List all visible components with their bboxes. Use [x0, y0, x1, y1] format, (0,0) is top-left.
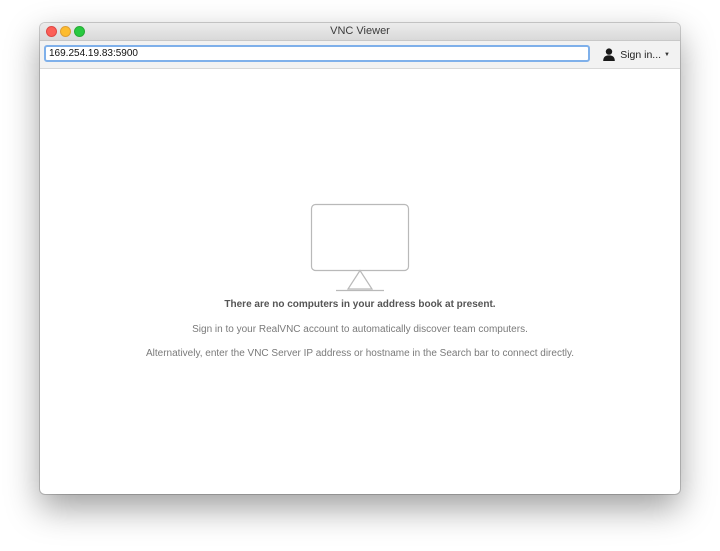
title-bar[interactable]: VNC Viewer: [40, 23, 680, 41]
toolbar: Sign in... ▼: [40, 41, 680, 69]
empty-state-signin-hint: Sign in to your RealVNC account to autom…: [192, 324, 528, 335]
window-title: VNC Viewer: [330, 25, 390, 37]
sign-in-label: Sign in...: [620, 48, 662, 61]
empty-state-search-hint: Alternatively, enter the VNC Server IP a…: [146, 348, 574, 359]
person-icon: [603, 48, 615, 61]
empty-state: There are no computers in your address b…: [40, 203, 680, 359]
search-input[interactable]: [44, 45, 590, 62]
sign-in-button[interactable]: Sign in... ▼: [603, 45, 670, 64]
monitor-icon: [310, 203, 410, 292]
empty-state-headline: There are no computers in your address b…: [224, 299, 496, 310]
caret-down-icon: ▼: [664, 51, 670, 58]
vnc-viewer-window: VNC Viewer Sign in... ▼ There are no com…: [40, 23, 680, 494]
